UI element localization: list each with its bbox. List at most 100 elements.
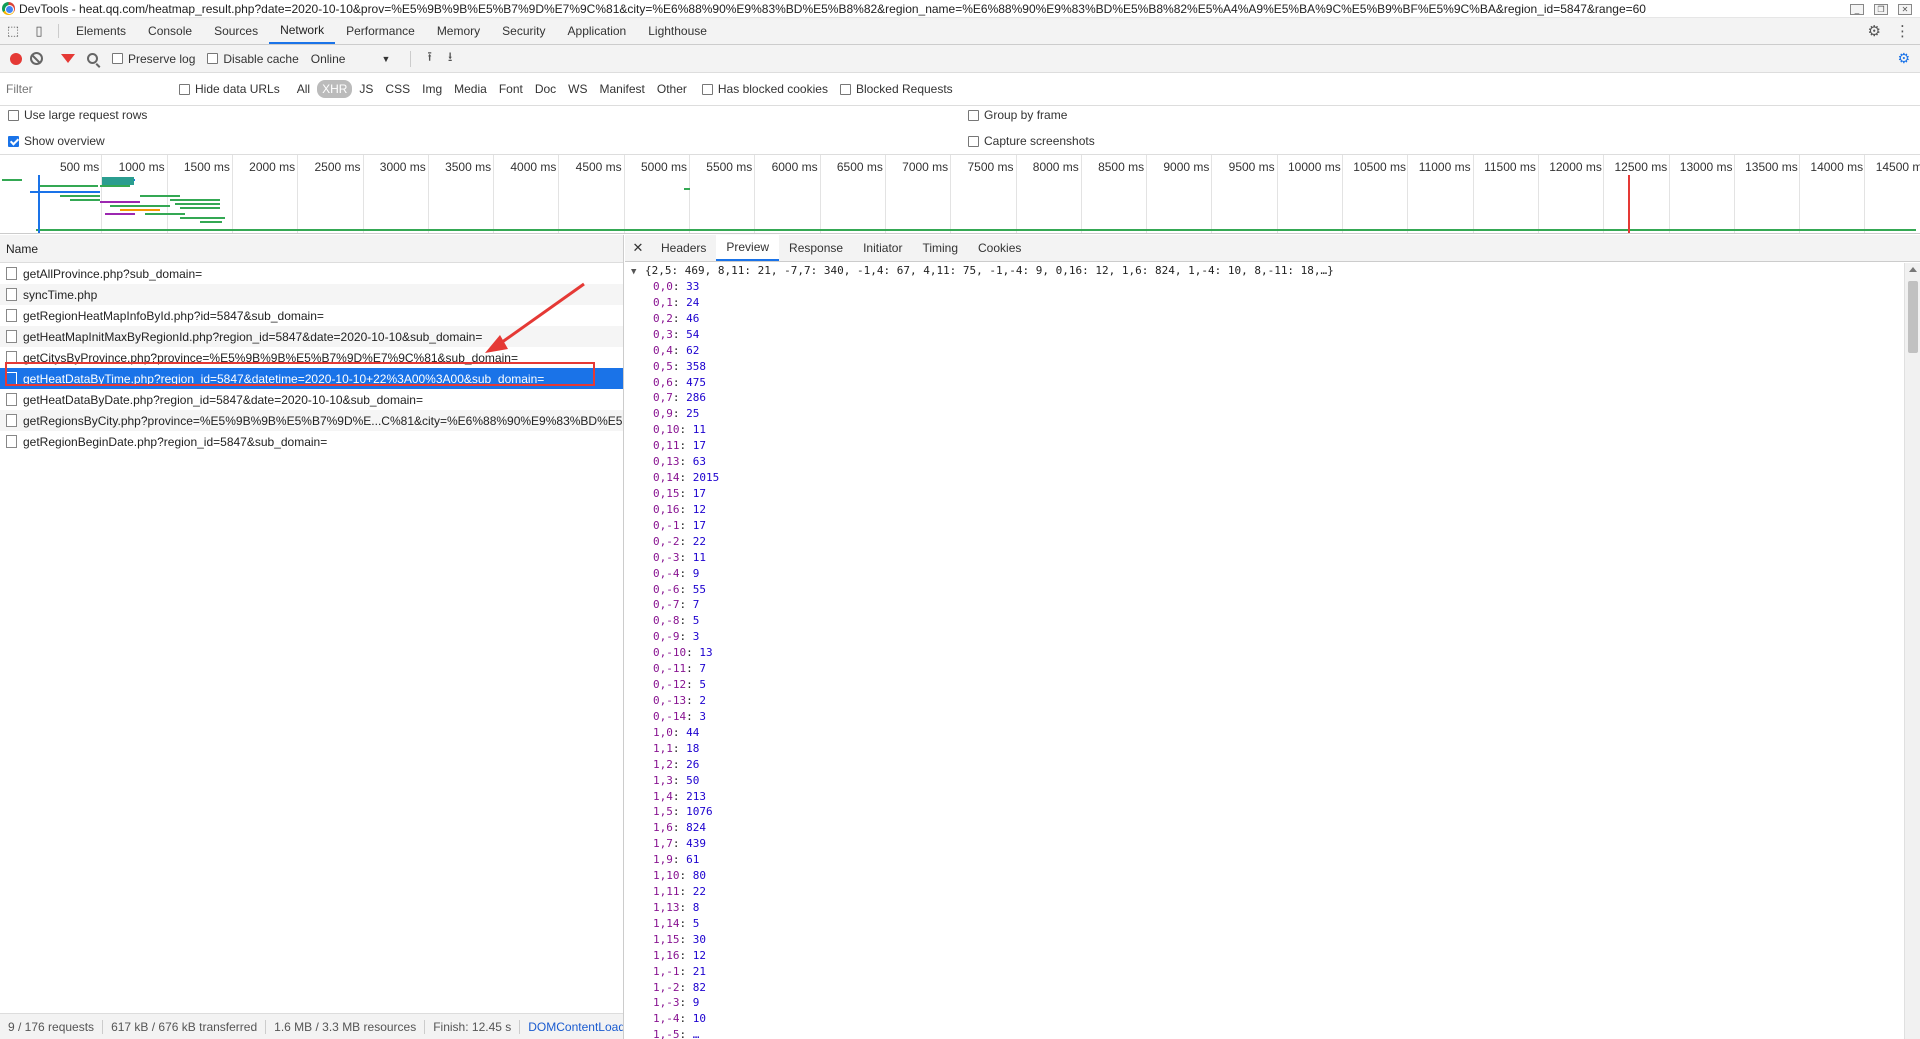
json-entry[interactable]: 0,7: 286 bbox=[625, 390, 1903, 406]
tab-performance[interactable]: Performance bbox=[335, 18, 426, 44]
checkbox-box[interactable] bbox=[112, 53, 123, 64]
import-har-icon[interactable]: ⭱ bbox=[427, 48, 432, 70]
more-options-icon[interactable]: ⋮ bbox=[1895, 22, 1910, 40]
json-entry[interactable]: 1,11: 22 bbox=[625, 884, 1903, 900]
detail-tab-cookies[interactable]: Cookies bbox=[968, 235, 1031, 261]
group-by-frame-checkbox[interactable]: Group by frame bbox=[968, 108, 1067, 122]
has-blocked-cookies-checkbox[interactable]: Has blocked cookies bbox=[701, 82, 828, 96]
json-entry[interactable]: 0,-8: 5 bbox=[625, 613, 1903, 629]
json-entry[interactable]: 1,13: 8 bbox=[625, 900, 1903, 916]
filter-type-doc[interactable]: Doc bbox=[530, 80, 561, 98]
json-entry[interactable]: 0,3: 54 bbox=[625, 327, 1903, 343]
json-entry[interactable]: 1,1: 18 bbox=[625, 741, 1903, 757]
filter-type-ws[interactable]: WS bbox=[563, 80, 592, 98]
json-entry[interactable]: 0,-10: 13 bbox=[625, 645, 1903, 661]
disable-cache-checkbox[interactable]: Disable cache bbox=[207, 52, 299, 66]
minimize-icon[interactable]: _ bbox=[1850, 3, 1864, 15]
json-entry[interactable]: 1,0: 44 bbox=[625, 725, 1903, 741]
json-entry[interactable]: 0,-4: 9 bbox=[625, 566, 1903, 582]
checkbox-box[interactable] bbox=[8, 109, 19, 121]
tab-security[interactable]: Security bbox=[491, 18, 556, 44]
checkbox-box[interactable] bbox=[207, 53, 219, 64]
export-har-icon[interactable]: ⭳ bbox=[448, 48, 453, 70]
preview-scrollbar[interactable] bbox=[1904, 263, 1920, 1039]
detail-tab-timing[interactable]: Timing bbox=[912, 235, 968, 261]
throttling-select[interactable]: Online ▼ bbox=[311, 52, 391, 66]
json-entry[interactable]: 1,14: 5 bbox=[625, 916, 1903, 932]
json-entry[interactable]: 1,-4: 10 bbox=[625, 1011, 1903, 1027]
tab-application[interactable]: Application bbox=[557, 18, 638, 44]
detail-tab-initiator[interactable]: Initiator bbox=[853, 235, 912, 261]
tab-sources[interactable]: Sources bbox=[203, 18, 269, 44]
request-row[interactable]: getHeatMapInitMaxByRegionId.php?region_i… bbox=[0, 326, 623, 347]
filter-type-all[interactable]: All bbox=[292, 80, 315, 98]
scroll-up-icon[interactable] bbox=[1909, 267, 1917, 272]
json-entry[interactable]: 0,4: 62 bbox=[625, 343, 1903, 359]
checkbox-box[interactable] bbox=[701, 83, 713, 95]
json-entry[interactable]: 0,1: 24 bbox=[625, 295, 1903, 311]
detail-tab-preview[interactable]: Preview bbox=[716, 235, 780, 261]
expand-triangle-icon[interactable]: ▼ bbox=[631, 267, 636, 277]
json-entry[interactable]: 0,-11: 7 bbox=[625, 661, 1903, 677]
network-overview[interactable]: 500 ms 1000 ms 1500 ms 2000 ms 2500 ms 3000 m… bbox=[0, 154, 1920, 234]
settings-gear-icon[interactable]: ⚙ bbox=[1868, 22, 1881, 40]
device-toolbar-icon[interactable]: ▯ bbox=[26, 18, 52, 44]
json-entry[interactable]: 0,2: 46 bbox=[625, 311, 1903, 327]
json-entry[interactable]: 1,-2: 82 bbox=[625, 980, 1903, 996]
json-entry[interactable]: 0,-6: 55 bbox=[625, 582, 1903, 598]
checkbox-box[interactable] bbox=[968, 135, 979, 147]
json-entry[interactable]: 1,9: 61 bbox=[625, 852, 1903, 868]
json-entry[interactable]: 0,-9: 3 bbox=[625, 629, 1903, 645]
request-row[interactable]: getRegionsByCity.php?province=%E5%9B%9B%… bbox=[0, 410, 623, 431]
inspect-element-icon[interactable]: ⬚ bbox=[0, 18, 26, 44]
checkbox-box-checked[interactable] bbox=[8, 135, 19, 147]
detail-tab-response[interactable]: Response bbox=[779, 235, 853, 261]
json-entry[interactable]: 0,10: 11 bbox=[625, 422, 1903, 438]
json-entry[interactable]: 0,14: 2015 bbox=[625, 470, 1903, 486]
search-icon[interactable] bbox=[87, 53, 98, 64]
json-entry[interactable]: 1,2: 26 bbox=[625, 757, 1903, 773]
request-row[interactable]: getRegionHeatMapInfoById.php?id=5847&sub… bbox=[0, 305, 623, 326]
json-entry[interactable]: 0,6: 475 bbox=[625, 375, 1903, 391]
json-entry[interactable]: 1,4: 213 bbox=[625, 789, 1903, 805]
json-entry[interactable]: 1,7: 439 bbox=[625, 836, 1903, 852]
hide-data-urls-checkbox[interactable]: Hide data URLs bbox=[179, 82, 280, 96]
request-row[interactable]: getRegionBeginDate.php?region_id=5847&su… bbox=[0, 431, 623, 452]
filter-icon[interactable] bbox=[61, 54, 75, 63]
large-rows-checkbox[interactable]: Use large request rows bbox=[8, 108, 147, 122]
record-icon[interactable] bbox=[10, 52, 22, 65]
json-entry[interactable]: 0,11: 17 bbox=[625, 438, 1903, 454]
json-entry[interactable]: 0,0: 33 bbox=[625, 279, 1903, 295]
tab-elements[interactable]: Elements bbox=[65, 18, 137, 44]
json-entry[interactable]: 0,-13: 2 bbox=[625, 693, 1903, 709]
json-entry[interactable]: 0,16: 12 bbox=[625, 502, 1903, 518]
capture-screenshots-checkbox[interactable]: Capture screenshots bbox=[968, 134, 1095, 148]
json-entry[interactable]: 0,9: 25 bbox=[625, 406, 1903, 422]
tab-lighthouse[interactable]: Lighthouse bbox=[637, 18, 718, 44]
json-entry[interactable]: 0,-12: 5 bbox=[625, 677, 1903, 693]
request-row[interactable]: getAllProvince.php?sub_domain= bbox=[0, 263, 623, 284]
json-entry[interactable]: 1,-3: 9 bbox=[625, 995, 1903, 1011]
clear-icon[interactable] bbox=[30, 52, 43, 65]
request-row[interactable]: getHeatDataByDate.php?region_id=5847&dat… bbox=[0, 389, 623, 410]
close-icon[interactable]: ✕ bbox=[1898, 3, 1912, 15]
filter-type-media[interactable]: Media bbox=[449, 80, 492, 98]
filter-type-font[interactable]: Font bbox=[494, 80, 528, 98]
json-entry[interactable]: 1,15: 30 bbox=[625, 932, 1903, 948]
tab-console[interactable]: Console bbox=[137, 18, 203, 44]
network-settings-gear-icon[interactable]: ⚙ bbox=[1897, 50, 1910, 67]
detail-tab-headers[interactable]: Headers bbox=[651, 235, 716, 261]
tab-network[interactable]: Network bbox=[269, 18, 336, 44]
filter-type-xhr[interactable]: XHR bbox=[317, 80, 353, 98]
json-entry[interactable]: 1,16: 12 bbox=[625, 948, 1903, 964]
json-entry[interactable]: 0,15: 17 bbox=[625, 486, 1903, 502]
name-column-header[interactable]: Name bbox=[0, 235, 623, 263]
json-root-node[interactable]: ▼ {2,5: 469, 8,11: 21, -7,7: 340, -1,4: … bbox=[625, 263, 1903, 279]
filter-type-other[interactable]: Other bbox=[652, 80, 692, 98]
json-entry[interactable]: 1,10: 80 bbox=[625, 868, 1903, 884]
checkbox-box[interactable] bbox=[179, 83, 190, 95]
scrollbar-thumb[interactable] bbox=[1908, 281, 1918, 353]
json-entry[interactable]: 0,-3: 11 bbox=[625, 550, 1903, 566]
tab-memory[interactable]: Memory bbox=[426, 18, 491, 44]
filter-type-img[interactable]: Img bbox=[417, 80, 447, 98]
